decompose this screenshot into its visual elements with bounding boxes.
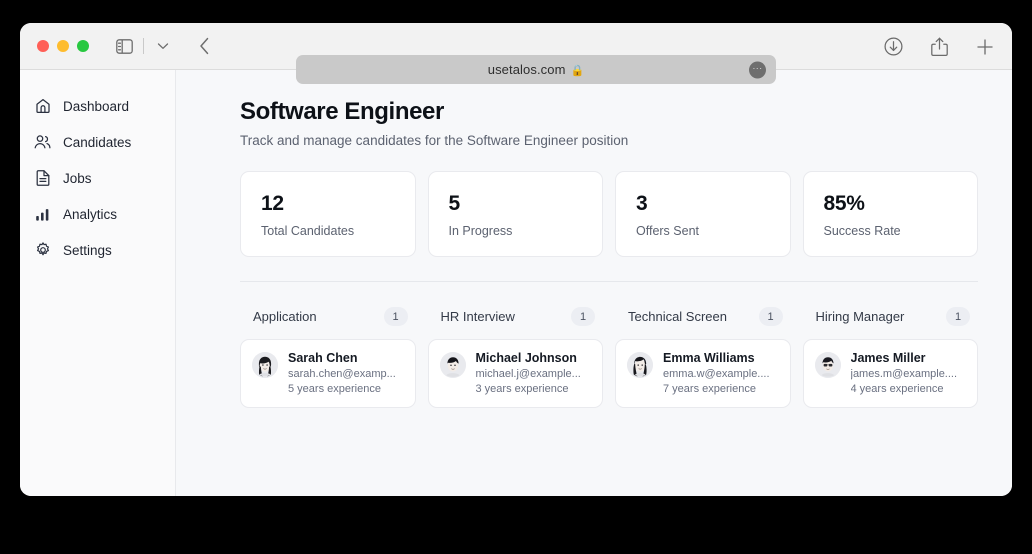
stat-label: In Progress	[448, 224, 513, 238]
sidebar-item-label: Dashboard	[63, 98, 130, 114]
minimize-window-button[interactable]	[57, 40, 69, 52]
toolbar-left-group	[111, 33, 176, 59]
board-column-hr-interview: HR Interview 1 Michael Johnson michael.j…	[427, 307, 604, 408]
stat-value: 5	[448, 192, 461, 215]
sidebar-item-settings[interactable]: Settings	[20, 232, 175, 268]
stat-card-success-rate: 85% Success Rate	[802, 171, 978, 257]
candidate-card[interactable]: Michael Johnson michael.j@example... 3 y…	[427, 339, 603, 408]
users-icon	[34, 134, 51, 151]
browser-window: usetalos.com 🔒 ⋯ Dashboard Candidates Jo…	[20, 23, 1012, 496]
candidate-info: James Miller james.m@example.... 4 years…	[851, 351, 967, 395]
avatar	[814, 352, 841, 378]
column-header: HR Interview 1	[428, 307, 604, 326]
stats-row: 12 Total Candidates 5 In Progress 3 Offe…	[240, 171, 978, 257]
stat-label: Offers Sent	[636, 224, 699, 238]
stat-value: 12	[261, 192, 284, 215]
candidate-email: emma.w@example....	[663, 368, 770, 380]
board-column-hiring-manager: Hiring Manager 1 James Miller james.m@ex…	[802, 307, 979, 408]
section-divider	[240, 281, 978, 282]
board-column-technical-screen: Technical Screen 1 Emma Williams emma.w@…	[615, 307, 791, 408]
candidate-card[interactable]: James Miller james.m@example.... 4 years…	[802, 339, 978, 408]
candidate-name: James Miller	[850, 351, 926, 365]
candidate-name: Michael Johnson	[475, 351, 577, 365]
column-header: Technical Screen 1	[615, 307, 791, 326]
candidate-name: Emma Williams	[663, 351, 755, 365]
column-header: Application 1	[240, 307, 416, 326]
column-title: Application	[253, 309, 317, 324]
sidebar-item-label: Jobs	[63, 170, 92, 186]
browser-toolbar: usetalos.com 🔒 ⋯	[20, 23, 1012, 84]
download-icon[interactable]	[880, 34, 906, 60]
sidebar-item-dashboard[interactable]: Dashboard	[20, 88, 175, 124]
candidate-card[interactable]: Emma Williams emma.w@example.... 7 years…	[615, 339, 791, 408]
candidate-card[interactable]: Sarah Chen sarah.chen@examp... 5 years e…	[240, 339, 416, 408]
candidate-info: Michael Johnson michael.j@example... 3 y…	[476, 351, 592, 395]
maximize-window-button[interactable]	[77, 40, 89, 52]
candidate-email: james.m@example....	[850, 368, 958, 380]
address-bar[interactable]: usetalos.com 🔒 ⋯	[296, 55, 776, 84]
address-text: usetalos.com	[487, 62, 566, 77]
pipeline-board: Application 1 Sarah Chen sarah.chen@exam…	[240, 307, 978, 408]
avatar	[439, 352, 466, 378]
chevron-down-icon[interactable]	[150, 33, 176, 59]
sidebar-item-jobs[interactable]: Jobs	[20, 160, 175, 196]
stat-card-in-progress: 5 In Progress	[427, 171, 603, 257]
toolbar-divider	[143, 38, 144, 54]
toolbar-right-group	[880, 23, 998, 70]
candidate-experience: 3 years experience	[475, 383, 569, 395]
column-count-badge: 1	[758, 307, 783, 326]
column-header: Hiring Manager 1	[803, 307, 979, 326]
main-content: Software Engineer Track and manage candi…	[176, 70, 1012, 496]
column-title: HR Interview	[440, 309, 515, 324]
sidebar-item-label: Settings	[63, 242, 112, 258]
page-subtitle: Track and manage candidates for the Soft…	[240, 133, 629, 148]
candidate-info: Sarah Chen sarah.chen@examp... 5 years e…	[288, 351, 404, 395]
sidebar-item-analytics[interactable]: Analytics	[20, 196, 175, 232]
plus-icon[interactable]	[972, 34, 998, 60]
avatar	[252, 352, 278, 378]
app-body: Dashboard Candidates Jobs Analytics Sett…	[20, 70, 1012, 496]
sidebar-item-label: Candidates	[63, 134, 132, 150]
column-count-badge: 1	[383, 307, 408, 326]
board-column-application: Application 1 Sarah Chen sarah.chen@exam…	[240, 307, 416, 408]
candidate-email: michael.j@example...	[475, 368, 581, 380]
close-window-button[interactable]	[37, 40, 49, 52]
home-icon	[34, 98, 51, 115]
stat-card-total-candidates: 12 Total Candidates	[240, 171, 416, 257]
lock-icon: 🔒	[570, 65, 585, 77]
candidate-experience: 4 years experience	[850, 383, 944, 395]
back-button[interactable]	[192, 33, 218, 59]
avatar	[627, 352, 653, 378]
candidate-info: Emma Williams emma.w@example.... 7 years…	[663, 351, 779, 395]
stat-label: Total Candidates	[261, 224, 355, 238]
page-settings-icon[interactable]: ⋯	[749, 61, 766, 78]
gear-icon	[34, 242, 51, 259]
column-count-badge: 1	[571, 307, 595, 326]
share-icon[interactable]	[926, 34, 952, 60]
candidate-experience: 7 years experience	[663, 383, 756, 395]
column-title: Technical Screen	[628, 309, 727, 324]
app-sidebar: Dashboard Candidates Jobs Analytics Sett…	[20, 70, 176, 496]
sidebar-toggle-icon[interactable]	[111, 33, 137, 59]
stat-value: 85%	[823, 192, 865, 215]
column-title: Hiring Manager	[815, 309, 905, 324]
column-count-badge: 1	[946, 307, 970, 326]
sidebar-item-label: Analytics	[63, 206, 118, 222]
candidate-name: Sarah Chen	[288, 351, 358, 365]
page-title: Software Engineer	[240, 98, 444, 125]
stat-card-offers-sent: 3 Offers Sent	[615, 171, 791, 257]
candidate-email: sarah.chen@examp...	[288, 368, 396, 380]
stat-label: Success Rate	[823, 224, 901, 238]
bar-chart-icon	[34, 206, 51, 223]
desktop-background: usetalos.com 🔒 ⋯ Dashboard Candidates Jo…	[0, 0, 1032, 554]
stat-value: 3	[636, 192, 648, 215]
document-icon	[34, 170, 51, 187]
candidate-experience: 5 years experience	[288, 383, 381, 395]
sidebar-item-candidates[interactable]: Candidates	[20, 124, 175, 160]
window-controls	[37, 40, 89, 52]
